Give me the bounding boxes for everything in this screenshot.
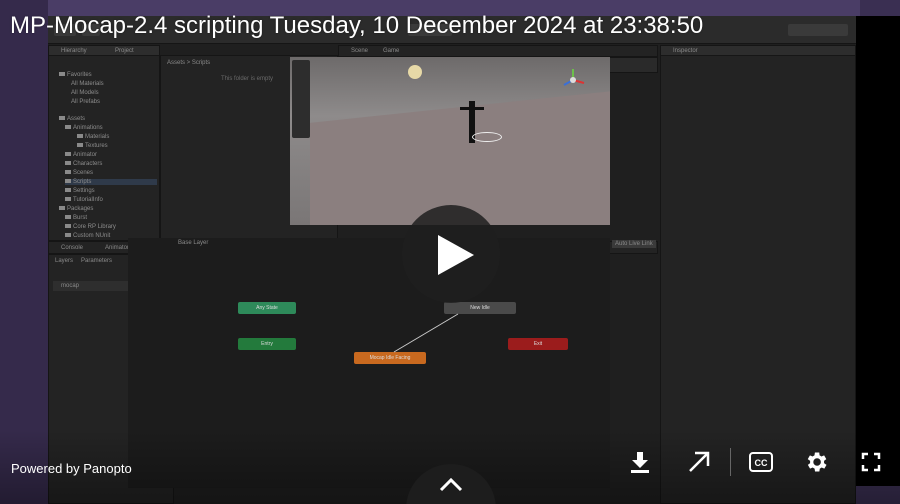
captions-button[interactable]: CC — [748, 450, 774, 474]
tree-item: Settings — [65, 188, 95, 194]
inspector-tabbar: Inspector — [661, 46, 855, 56]
play-button[interactable] — [402, 205, 500, 303]
letterbox-right — [856, 16, 900, 486]
tree-item: Characters — [65, 161, 102, 167]
project-panel: Hierarchy Project Favorites All Material… — [48, 45, 160, 241]
character-gizmo — [472, 132, 502, 142]
scene-tools-palette — [292, 60, 310, 138]
tab-animator: Animator — [105, 245, 130, 251]
video-title: MP-Mocap-2.4 scripting Tuesday, 10 Decem… — [10, 12, 704, 39]
sun-icon — [408, 65, 422, 79]
tree-item: All Prefabs — [71, 99, 101, 105]
tab-hierarchy: Hierarchy — [61, 48, 87, 54]
tree-item: Assets — [59, 116, 85, 122]
scene-tabbar: Scene Game — [338, 45, 658, 57]
tree-item: Favorites — [59, 72, 92, 78]
gear-icon — [807, 452, 827, 472]
project-tabbar: Hierarchy Project — [49, 46, 159, 56]
desktop-background — [0, 0, 48, 504]
controls-divider — [730, 448, 731, 476]
powered-by-link[interactable]: Powered by Panopto — [11, 461, 132, 476]
scene-gizmo-icon — [560, 67, 586, 93]
closed-captions-icon: CC — [749, 452, 773, 472]
tree-item: Scripts — [65, 179, 157, 185]
tab-parameters: Parameters — [81, 258, 113, 264]
tree-item: All Materials — [71, 81, 104, 87]
fullscreen-button[interactable] — [861, 452, 881, 472]
empty-folder-label: This folder is empty — [221, 76, 274, 82]
download-button[interactable] — [628, 450, 652, 474]
svg-text:CC: CC — [755, 458, 768, 468]
tab-inspector: Inspector — [673, 48, 698, 54]
arrow-up-right-icon — [689, 451, 710, 472]
tree-item: Burst — [65, 215, 87, 221]
tree-item: Animator — [65, 152, 97, 158]
tree-item: Custom NUnit — [65, 233, 110, 239]
tree-item: Textures — [77, 143, 108, 149]
scene-view — [290, 57, 610, 225]
param-mocap: mocap — [61, 283, 80, 289]
auto-live-link: Auto Live Link — [612, 240, 656, 248]
play-icon — [438, 235, 474, 275]
settings-button[interactable] — [803, 449, 829, 475]
tab-layers: Layers — [55, 258, 74, 264]
chevron-up-icon — [439, 477, 463, 492]
tab-scene: Scene — [351, 48, 369, 54]
tree-item: All Models — [71, 90, 99, 96]
tab-game: Game — [383, 48, 400, 54]
tree-item: Packages — [59, 206, 93, 212]
tree-item: Scenes — [65, 170, 93, 176]
popout-button[interactable] — [687, 450, 711, 474]
tab-project: Project — [115, 48, 134, 54]
tree-item: Core RP Library — [65, 224, 116, 230]
fullscreen-icon — [861, 452, 881, 472]
tree-item: TutorialInfo — [65, 197, 103, 203]
tree-item: Materials — [77, 134, 109, 140]
tree-item: Animations — [65, 125, 103, 131]
breadcrumb: Assets > Scripts — [167, 60, 211, 66]
tab-console: Console — [61, 245, 84, 251]
layout-dropdown — [788, 24, 848, 36]
download-icon — [631, 452, 649, 473]
